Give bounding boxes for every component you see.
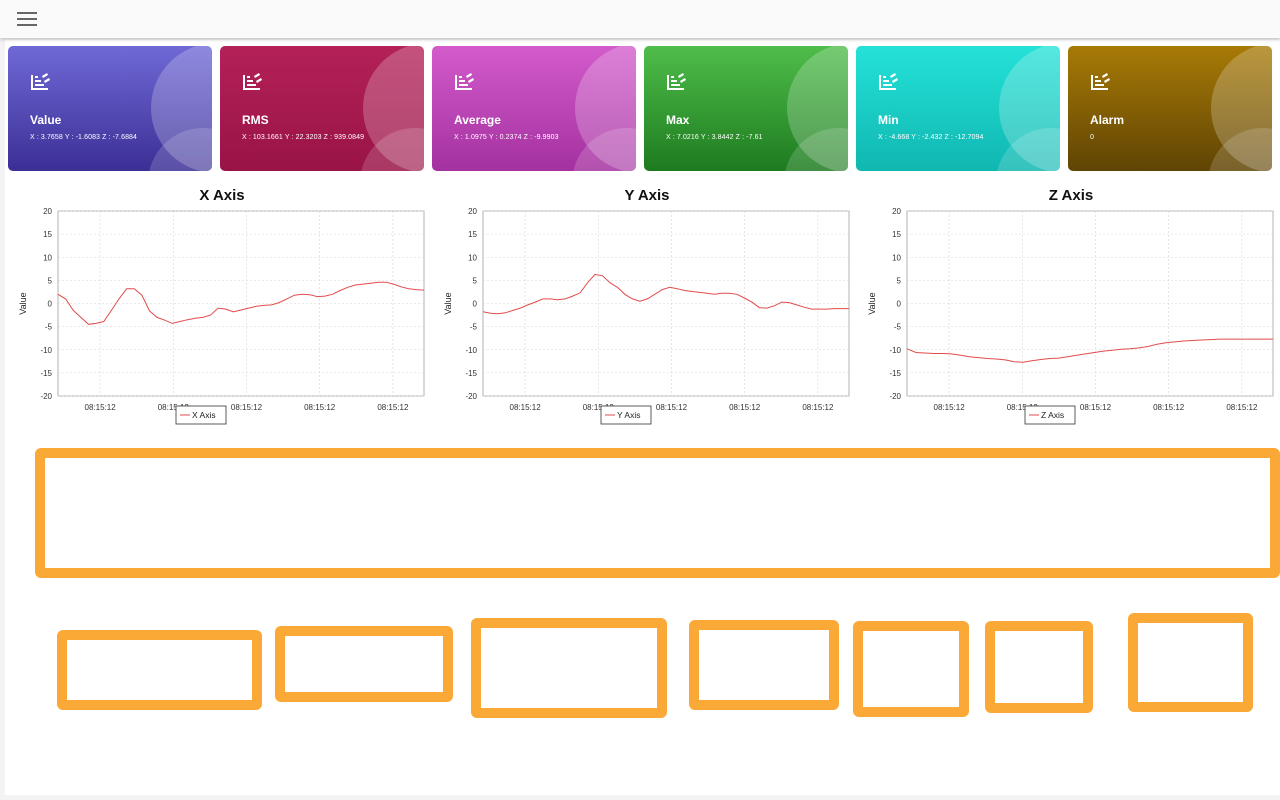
x-tick-label: 08:15:12 (1226, 403, 1258, 412)
y-tick-label: 0 (48, 300, 53, 309)
y-tick-label: -15 (889, 369, 901, 378)
rms-card-title: RMS (242, 113, 269, 127)
hamburger-menu-icon[interactable] (17, 12, 37, 28)
x-tick-label: 08:15:12 (802, 403, 834, 412)
min-card-title: Min (878, 113, 899, 127)
x-tick-label: 08:15:12 (304, 403, 336, 412)
x-tick-label: 08:15:12 (377, 403, 409, 412)
y-tick-label: -15 (40, 369, 52, 378)
y-tick-label: 5 (897, 276, 902, 285)
average-card-title: Average (454, 113, 501, 127)
orange-box-4 (689, 620, 839, 710)
legend-label: Z Axis (1041, 410, 1064, 420)
y-tick-label: -20 (889, 392, 901, 401)
x-tick-label: 08:15:12 (729, 403, 761, 412)
y-tick-label: 10 (43, 253, 52, 262)
max-card-title: Max (666, 113, 690, 127)
chart-title: Z Axis (1049, 187, 1093, 204)
x-tick-label: 08:15:12 (231, 403, 263, 412)
x-tick-label: 08:15:12 (1080, 403, 1112, 412)
x-tick-label: 08:15:12 (85, 403, 117, 412)
y-tick-label: -10 (40, 346, 52, 355)
max-card-values: X : 7.0216 Y : 3.8442 Z : -7.61 (666, 134, 763, 141)
orange-box-2 (275, 626, 453, 702)
chart-icon (1091, 73, 1110, 90)
x-tick-label: 08:15:12 (1153, 403, 1185, 412)
y-tick-label: -15 (465, 369, 477, 378)
value-card[interactable]: Value X : 3.7658 Y : -1.6083 Z : -7.6884 (8, 46, 212, 171)
min-card[interactable]: Min X : -4.668 Y : -2.432 Z : -12.7094 (856, 46, 1060, 171)
y-tick-label: -10 (465, 346, 477, 355)
y-tick-label: -5 (45, 323, 53, 332)
value-card-title: Value (30, 113, 62, 127)
chart-icon (243, 73, 262, 90)
y-axis-chart: Y Axis 20 15 10 5 0 -5 -10 -15 -20 08:15:12 08:15:1… (435, 183, 859, 438)
y-tick-label: -5 (894, 323, 902, 332)
y-tick-label: 5 (473, 276, 478, 285)
y-tick-label: 20 (43, 207, 52, 216)
y-tick-label: 10 (468, 253, 477, 262)
y-tick-label: 15 (43, 230, 52, 239)
orange-box-1 (57, 630, 262, 710)
chart-icon (667, 73, 686, 90)
z-axis-chart: Z Axis 20 15 10 5 0 -5 -10 -15 -20 08:15:12 08:15:1… (859, 183, 1280, 438)
alarm-card[interactable]: Alarm 0 (1068, 46, 1272, 171)
average-card-values: X : 1.0975 Y : 0.2374 Z : -9.9903 (454, 134, 559, 141)
y-tick-label: 15 (892, 230, 901, 239)
legend-label: X Axis (192, 410, 216, 420)
y-tick-label: -10 (889, 346, 901, 355)
alarm-card-values: 0 (1090, 134, 1094, 141)
min-card-values: X : -4.668 Y : -2.432 Z : -12.7094 (878, 134, 984, 141)
y-axis-label: Value (867, 292, 877, 314)
y-tick-label: 15 (468, 230, 477, 239)
rms-card[interactable]: RMS X : 103.1661 Y : 22.3203 Z : 939.084… (220, 46, 424, 171)
y-tick-label: -20 (40, 392, 52, 401)
y-tick-label: 10 (892, 253, 901, 262)
y-axis-label: Value (443, 292, 453, 314)
max-card[interactable]: Max X : 7.0216 Y : 3.8442 Z : -7.61 (644, 46, 848, 171)
y-axis-label: Value (18, 292, 28, 314)
chart-icon (31, 73, 50, 90)
x-tick-label: 08:15:12 (934, 403, 966, 412)
chart-icon (879, 73, 898, 90)
y-tick-label: 0 (473, 300, 478, 309)
y-tick-label: 20 (468, 207, 477, 216)
y-tick-label: 5 (48, 276, 53, 285)
x-tick-label: 08:15:12 (656, 403, 688, 412)
dashboard-content: Value X : 3.7658 Y : -1.6083 Z : -7.6884… (5, 40, 1280, 795)
orange-box-7 (1128, 613, 1253, 712)
top-app-bar (0, 0, 1280, 38)
y-tick-label: 20 (892, 207, 901, 216)
legend-label: Y Axis (617, 410, 640, 420)
average-card[interactable]: Average X : 1.0975 Y : 0.2374 Z : -9.990… (432, 46, 636, 171)
orange-box-3 (471, 618, 667, 718)
x-tick-label: 08:15:12 (510, 403, 542, 412)
orange-wide-box (35, 448, 1280, 578)
y-tick-label: -20 (465, 392, 477, 401)
rms-card-values: X : 103.1661 Y : 22.3203 Z : 939.0849 (242, 134, 365, 141)
value-card-values: X : 3.7658 Y : -1.6083 Z : -7.6884 (30, 134, 138, 141)
chart-title: X Axis (199, 187, 244, 204)
chart-title: Y Axis (624, 187, 669, 204)
x-axis-chart: X Axis 20 15 10 5 0 -5 -10 -15 -20 08:15:12 08:15:1… (10, 183, 434, 438)
chart-icon (455, 73, 474, 90)
y-tick-label: 0 (897, 300, 902, 309)
orange-box-5 (853, 621, 969, 717)
alarm-card-title: Alarm (1090, 113, 1125, 127)
y-tick-label: -5 (470, 323, 478, 332)
orange-box-6 (985, 621, 1093, 713)
